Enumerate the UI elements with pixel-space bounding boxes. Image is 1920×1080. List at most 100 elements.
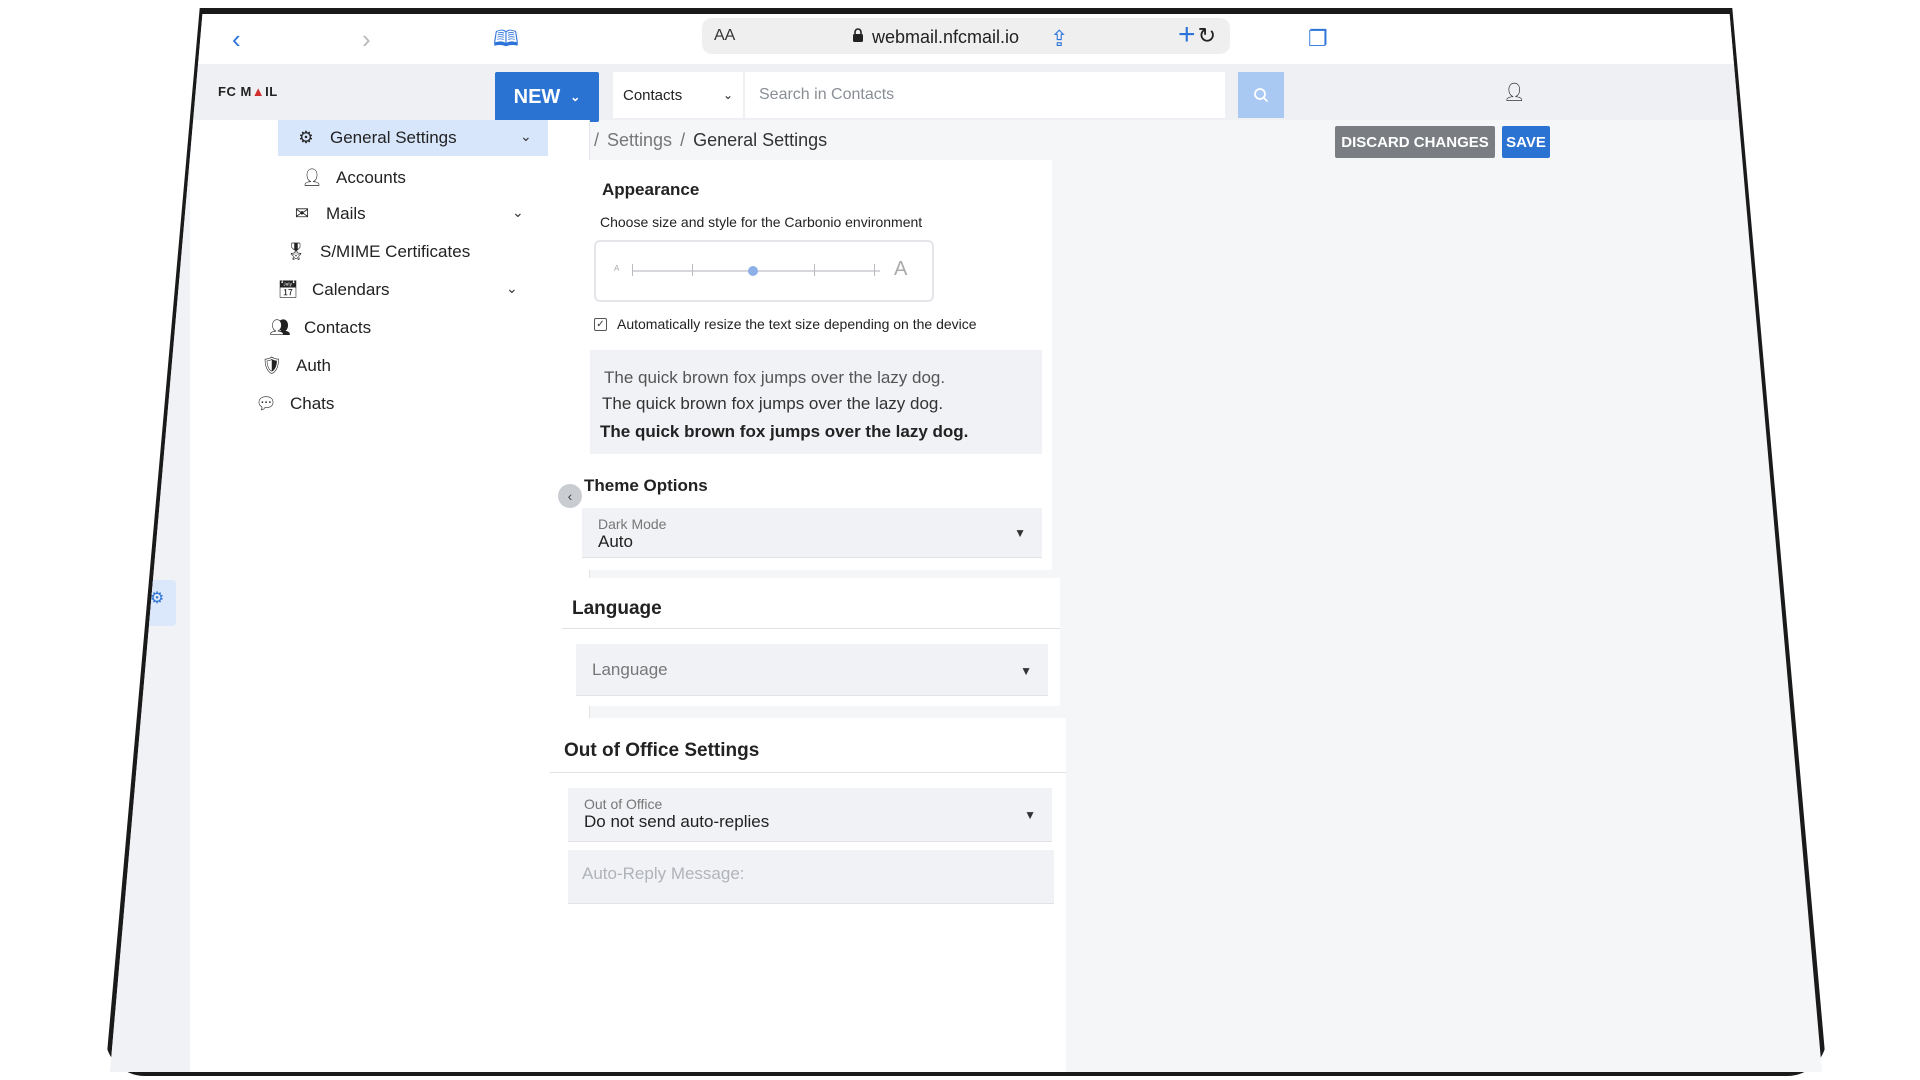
auto-resize-checkbox[interactable]: ✓ xyxy=(594,317,607,331)
module-selector-value: Contacts xyxy=(623,86,683,104)
browser-toolbar: ‹ › 🕮 AA webmail.nfcmail.io ↻ ⇪ + ❐ xyxy=(110,14,1822,64)
breadcrumb-current: General Settings xyxy=(693,130,828,150)
preview-regular: The quick brown fox jumps over the lazy … xyxy=(602,394,944,413)
sidebar-item-label: Contacts xyxy=(304,318,372,337)
sidebar-item-general-settings[interactable]: ⚙ General Settings xyxy=(278,120,548,156)
chevron-down-icon[interactable]: ⌄ xyxy=(520,128,532,145)
dropdown-caret-icon: ▼ xyxy=(1020,664,1032,678)
language-card: Language Language ▼ xyxy=(562,578,1060,706)
sidebar-item-label: S/MIME Certificates xyxy=(320,242,471,261)
breadcrumb-settings[interactable]: Settings xyxy=(607,130,672,151)
dark-mode-select[interactable]: Dark Mode Auto ▼ xyxy=(582,508,1042,558)
settings-sidebar: ⚙ General Settings ⌄ 👤︎ Accounts ✉ Mails… xyxy=(190,120,590,1072)
collapse-sidebar-button[interactable]: ‹ xyxy=(558,484,582,508)
search-module-icon[interactable]: 🔍︎ xyxy=(138,438,162,462)
search-button[interactable] xyxy=(1238,72,1284,118)
preview-bold: The quick brown fox jumps over the lazy … xyxy=(600,422,969,441)
out-of-office-label: Out of Office xyxy=(584,796,663,812)
text-size-slider[interactable]: A A xyxy=(594,240,934,302)
text-size-button[interactable]: AA xyxy=(714,27,735,45)
logo-suffix: IL xyxy=(265,84,278,99)
auto-resize-label: Automatically resize the text size depen… xyxy=(617,316,977,332)
divider xyxy=(550,772,1066,773)
logo-accent: ▲ xyxy=(251,84,266,99)
sidebar-item-chats[interactable]: 💬︎ Chats xyxy=(254,386,334,422)
chevron-down-icon: ⌄ xyxy=(722,88,733,102)
search-input[interactable] xyxy=(745,72,1225,118)
sidebar-item-accounts[interactable]: 👤︎ Accounts xyxy=(286,160,406,196)
dropdown-caret-icon: ▼ xyxy=(1014,526,1026,540)
search-icon xyxy=(1254,88,1269,103)
chevron-down-icon[interactable]: ⌄ xyxy=(512,204,524,221)
chat-icon[interactable]: 💬︎ xyxy=(150,304,174,328)
share-icon[interactable]: ⇪ xyxy=(1050,26,1068,52)
chat-bubble-icon: 💬︎ xyxy=(255,394,277,413)
user-icon[interactable]: 👤︎ xyxy=(1503,82,1526,103)
tasks-list-icon[interactable]: ☰ xyxy=(155,260,179,284)
dark-mode-value: Auto xyxy=(598,532,633,551)
breadcrumb-separator: / xyxy=(680,130,686,150)
theme-options-title: Theme Options xyxy=(584,476,708,495)
url-text: webmail.nfcmail.io xyxy=(872,27,1020,47)
sidebar-item-label: Accounts xyxy=(336,168,406,187)
appearance-description: Choose size and style for the Carbonio e… xyxy=(600,214,923,230)
sidebar-item-label: Auth xyxy=(296,356,331,375)
slider-tick xyxy=(692,264,693,276)
new-tab-icon[interactable]: + xyxy=(1178,20,1196,50)
sidebar-item-label: General Settings xyxy=(330,128,457,147)
save-button[interactable]: SAVE xyxy=(1502,126,1550,158)
auto-resize-option[interactable]: ✓ Automatically resize the text size dep… xyxy=(594,316,977,332)
new-button[interactable]: NEW ⌄ xyxy=(495,72,599,122)
language-select[interactable]: Language ▼ xyxy=(576,644,1048,696)
breadcrumb: / Settings / General Settings xyxy=(594,130,827,151)
check-circle-icon[interactable]: ✔ xyxy=(142,392,166,416)
out-of-office-select[interactable]: Out of Office Do not send auto-replies ▼ xyxy=(568,788,1052,842)
sidebar-item-mails[interactable]: ✉ Mails xyxy=(280,196,366,232)
module-selector[interactable]: Contacts ⌄ xyxy=(613,72,743,118)
language-placeholder: Language xyxy=(592,660,668,679)
contacts-icon[interactable]: 👥︎ xyxy=(158,216,182,240)
shield-icon: 🛡︎ xyxy=(261,356,283,375)
address-bar[interactable]: AA webmail.nfcmail.io ↻ xyxy=(702,18,1230,54)
gear-icon: ⚙ xyxy=(298,128,314,147)
divider xyxy=(562,628,1060,629)
reload-icon[interactable]: ↻ xyxy=(1198,23,1216,49)
sidebar-item-contacts[interactable]: 👥︎ Contacts xyxy=(264,310,371,346)
mail-icon[interactable]: ✉ xyxy=(166,134,190,158)
envelope-icon: ✉ xyxy=(294,204,310,223)
out-of-office-value: Do not send auto-replies xyxy=(584,812,770,831)
font-preview-box: The quick brown fox jumps over the lazy … xyxy=(590,350,1042,454)
calendar-icon[interactable]: 📅︎ xyxy=(162,174,186,198)
bookmarks-icon[interactable]: 🕮 xyxy=(493,26,519,52)
people-icon: 👥︎ xyxy=(269,318,291,337)
auto-reply-message-field[interactable]: Auto-Reply Message: xyxy=(568,850,1054,904)
slider-knob[interactable] xyxy=(748,266,758,276)
tablet-screen: ‹ › 🕮 AA webmail.nfcmail.io ↻ ⇪ + ❐ FC M… xyxy=(110,14,1822,1072)
breadcrumb-root: / xyxy=(594,130,600,150)
language-title: Language xyxy=(572,598,662,619)
new-button-label: NEW xyxy=(513,85,561,108)
appearance-card: Appearance Choose size and style for the… xyxy=(582,160,1052,570)
sidebar-item-label: Chats xyxy=(290,394,335,413)
back-icon[interactable]: ‹ xyxy=(232,26,241,52)
dropdown-caret-icon: ▼ xyxy=(1024,808,1036,822)
sidebar-item-smime-certificates[interactable]: 🎖︎ S/MIME Certificates xyxy=(276,234,470,270)
forward-icon[interactable]: › xyxy=(362,26,371,52)
sidebar-item-calendars[interactable]: 📅︎ Calendars xyxy=(270,272,390,308)
files-icon[interactable]: 🗀︎ xyxy=(146,348,170,372)
auto-reply-placeholder: Auto-Reply Message: xyxy=(582,864,745,883)
sidebar-item-label: Mails xyxy=(326,204,366,223)
discard-changes-button[interactable]: DISCARD CHANGES xyxy=(1335,126,1495,158)
tabs-icon[interactable]: ❐ xyxy=(1308,26,1328,52)
chevron-down-icon: ⌄ xyxy=(570,90,581,104)
large-text-icon: A xyxy=(894,258,908,280)
certificate-ribbon-icon: 🎖︎ xyxy=(285,242,307,261)
out-of-office-card: Out of Office Settings Out of Office Do … xyxy=(550,718,1066,1072)
preview-light: The quick brown fox jumps over the lazy … xyxy=(604,368,946,387)
sidebar-item-auth[interactable]: 🛡︎ Auth xyxy=(258,348,331,384)
slider-tick xyxy=(814,264,815,276)
calendar-icon: 📅︎ xyxy=(277,280,299,299)
sidebar-item-label: Calendars xyxy=(312,280,390,299)
chevron-down-icon[interactable]: ⌄ xyxy=(506,280,518,297)
app-header: FC M▲IL NEW ⌄ Contacts ⌄ 👤︎ xyxy=(110,64,1822,122)
